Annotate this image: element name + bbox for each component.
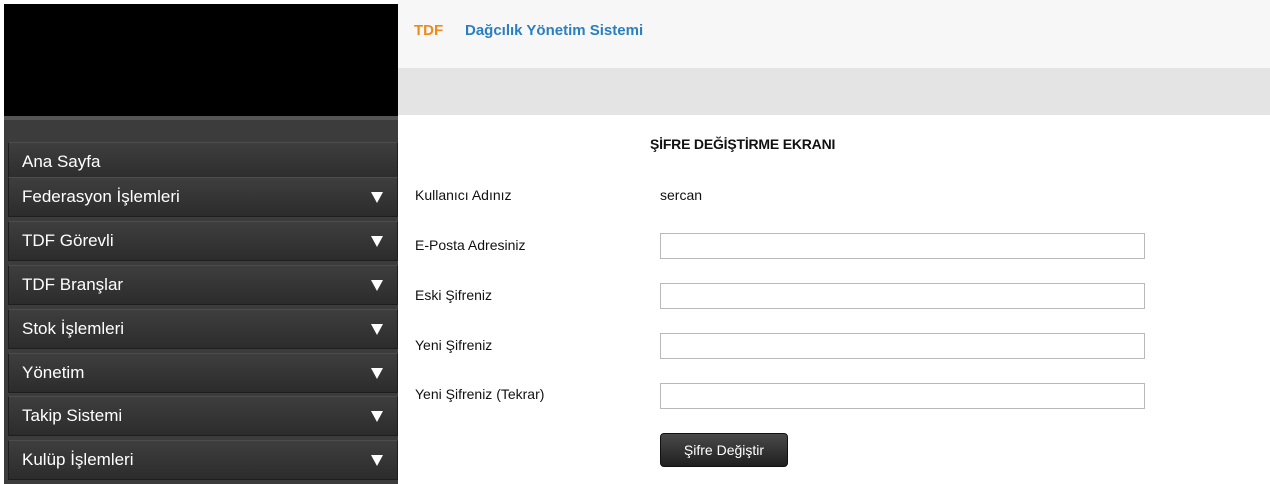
sidebar-item-label: Yönetim — [22, 363, 85, 382]
caret-down-icon — [371, 368, 383, 379]
email-field[interactable] — [660, 233, 1145, 259]
sidebar-item-yonetim[interactable]: Yönetim — [8, 353, 398, 393]
username-label: Kullanıcı Adınız — [415, 187, 512, 203]
sidebar-item-tdf-branslar[interactable]: TDF Branşlar — [8, 265, 398, 305]
sidebar-item-label: TDF Branşlar — [22, 275, 124, 294]
caret-down-icon — [371, 280, 383, 291]
username-value: sercan — [660, 187, 703, 203]
sidebar-menu: Ana Sayfa Federasyon İşlemleri TDF Görev… — [4, 116, 398, 484]
logo-area — [4, 4, 398, 116]
new-password-repeat-field[interactable] — [660, 383, 1145, 409]
sidebar-item-stok-islemleri[interactable]: Stok İşlemleri — [8, 309, 398, 349]
app-title: Dağcılık Yönetim Sistemi — [465, 22, 644, 39]
caret-down-icon — [371, 411, 383, 422]
caret-down-icon — [371, 236, 383, 247]
sidebar-item-label: TDF Görevli — [22, 231, 114, 250]
old-password-label: Eski Şifreniz — [415, 287, 493, 303]
new-password-label: Yeni Şifreniz — [415, 337, 493, 353]
sidebar-item-label: Takip Sistemi — [22, 406, 123, 425]
sidebar-item-label: Federasyon İşlemleri — [22, 187, 180, 206]
brand-label: TDF — [414, 22, 444, 39]
sidebar: Ana Sayfa Federasyon İşlemleri TDF Görev… — [0, 0, 398, 484]
sidebar-item-kulup-islemleri[interactable]: Kulüp İşlemleri — [8, 440, 398, 480]
new-password-field[interactable] — [660, 333, 1145, 359]
sidebar-item-label: Stok İşlemleri — [22, 319, 125, 338]
caret-down-icon — [371, 192, 383, 203]
new-password-repeat-label: Yeni Şifreniz (Tekrar) — [415, 386, 545, 402]
sidebar-item-ana-sayfa[interactable]: Ana Sayfa — [8, 142, 398, 182]
toolbar-strip — [398, 68, 1270, 115]
sidebar-item-tdf-gorevli[interactable]: TDF Görevli — [8, 221, 398, 261]
sidebar-item-label: Kulüp İşlemleri — [22, 450, 134, 469]
old-password-field[interactable] — [660, 283, 1145, 309]
sidebar-item-federasyon-islemleri[interactable]: Federasyon İşlemleri — [8, 177, 398, 217]
page-title: ŞİFRE DEĞİŞTİRME EKRANI — [650, 136, 836, 152]
caret-down-icon — [371, 324, 383, 335]
sidebar-item-label: Ana Sayfa — [22, 152, 101, 171]
email-label: E-Posta Adresiniz — [415, 237, 526, 253]
app-header: TDF Dağcılık Yönetim Sistemi — [398, 0, 1270, 68]
caret-down-icon — [371, 455, 383, 466]
sidebar-item-takip-sistemi[interactable]: Takip Sistemi — [8, 396, 398, 436]
change-password-button[interactable]: Şifre Değiştir — [660, 433, 788, 467]
